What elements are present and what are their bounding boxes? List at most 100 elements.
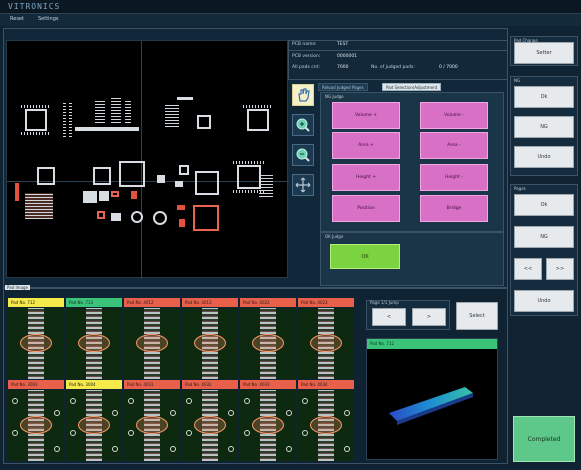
pad-highlight [78,334,110,352]
pcb-pins [165,105,179,127]
setter-button[interactable]: Setter [514,42,574,64]
tab-pad-selection[interactable]: Pad Selection/Adjustment [382,83,442,91]
pad-highlight [252,334,284,352]
thumbnail-label: Pad No. 4022 [240,298,296,307]
pad-marker [112,446,118,452]
title-bar: VITRONICS [0,0,581,14]
page-prev-button[interactable]: < [372,308,406,326]
pcb-component [193,205,219,231]
pcb-component [197,115,211,129]
pcb-component [131,191,137,199]
pad-3d-title: Pad No. 712 [367,339,497,349]
pages-prev-button[interactable]: << [514,258,542,280]
thumbnail-label: Pad No. 4032 [182,380,238,389]
pad-marker [170,446,176,452]
pcb-component [93,167,111,185]
thumbnail-label: Pad No. 3003 [8,380,64,389]
pad-thumbnail[interactable] [124,308,180,379]
pad-thumbnail[interactable] [182,308,238,379]
pcb-version-value: 0000001 [337,54,358,59]
pad-marker [228,410,234,416]
pages-next-button[interactable]: >> [546,258,574,280]
pad-thumbnail[interactable] [66,308,122,379]
nav-ng-button[interactable]: NG [514,116,574,138]
ok-judge-button[interactable]: OK [330,244,400,269]
pad-thumbnail[interactable] [124,390,180,461]
pad-marker [344,446,350,452]
pcb-component [177,97,193,100]
pcb-component [37,167,55,185]
hand-tool-button[interactable] [292,84,314,106]
pad-marker [244,398,250,404]
pad-highlight [252,416,284,434]
pad-marker [70,398,76,404]
pad-marker [12,398,18,404]
fit-view-button[interactable] [292,174,314,196]
pad-3d-view[interactable]: Pad No. 712 [366,338,498,460]
pcb-pins [21,105,51,108]
zoom-out-button[interactable] [292,144,314,166]
pad-thumbnail[interactable] [298,390,354,461]
pad-thumbnail[interactable] [240,308,296,379]
pad-image-tab[interactable]: Pad Image [5,285,31,290]
area-plus-button[interactable]: Area + [332,132,400,159]
move-arrows-icon [295,177,311,193]
thumbnail-label: Pad No. 4023 [298,298,354,307]
nav-undo-button[interactable]: Undo [514,146,574,168]
thumbnail-label: Pad No. 4034 [298,380,354,389]
area-minus-button[interactable]: Area - [420,132,488,159]
page-control-label: Page 1/1 Jump [370,300,399,305]
pcb-component [83,191,97,203]
menu-item-settings[interactable]: Settings [38,16,59,22]
pad-marker [186,430,192,436]
pages-ng-button[interactable]: NG [514,226,574,248]
ok-judge-label: OK Judge [325,234,344,239]
pcb-name-value: TEST [337,42,349,47]
pad-marker [12,430,18,436]
pad-highlight [20,416,52,434]
pad-thumbnail[interactable] [8,308,64,379]
pcb-pins [111,97,121,123]
pad-thumbnail[interactable] [8,390,64,461]
pcb-viewer[interactable] [6,40,289,279]
volume-minus-button[interactable]: Volume - [420,102,488,129]
volume-plus-button[interactable]: Volume + [332,102,400,129]
pad-marker [302,430,308,436]
bridge-button[interactable]: Bridge [420,195,488,222]
pad-marker [170,410,176,416]
pcb-component [157,175,165,183]
nav-ok-button[interactable]: Ok [514,86,574,108]
pad-marker [112,410,118,416]
pad-thumbnail[interactable] [66,390,122,461]
pad-thumbnail[interactable] [240,390,296,461]
pad-marker [344,410,350,416]
pages-ok-button[interactable]: Ok [514,194,574,216]
judged-pads-value: 0 / 7000 [439,65,458,70]
pcb-pins [259,175,273,197]
pad-highlight [194,416,226,434]
pages-undo-button[interactable]: Undo [514,290,574,312]
pcb-pins [125,99,131,123]
menu-item-reset[interactable]: Reset [10,16,24,22]
divider [289,50,507,51]
completed-button[interactable]: Completed [513,416,575,462]
pcb-pins [21,132,51,135]
pcb-component [177,205,185,210]
app-logo: VITRONICS [8,2,61,11]
pad-marker [286,410,292,416]
pcb-component [111,213,121,221]
pcb-pins [233,161,265,164]
tab-reload-judged[interactable]: Reload Judged Pages [318,83,368,91]
pad-thumbnail[interactable] [298,308,354,379]
pad-marker [54,446,60,452]
crosshair-vertical [141,41,142,279]
pad-marker [186,398,192,404]
height-plus-button[interactable]: Height + [332,164,400,191]
page-next-button[interactable]: > [412,308,446,326]
ng-nav-label: NG [514,78,521,83]
pad-thumbnail[interactable] [182,390,238,461]
zoom-in-button[interactable] [292,114,314,136]
position-button[interactable]: Position [332,195,400,222]
height-minus-button[interactable]: Height - [420,164,488,191]
select-button[interactable]: Select [456,302,498,330]
